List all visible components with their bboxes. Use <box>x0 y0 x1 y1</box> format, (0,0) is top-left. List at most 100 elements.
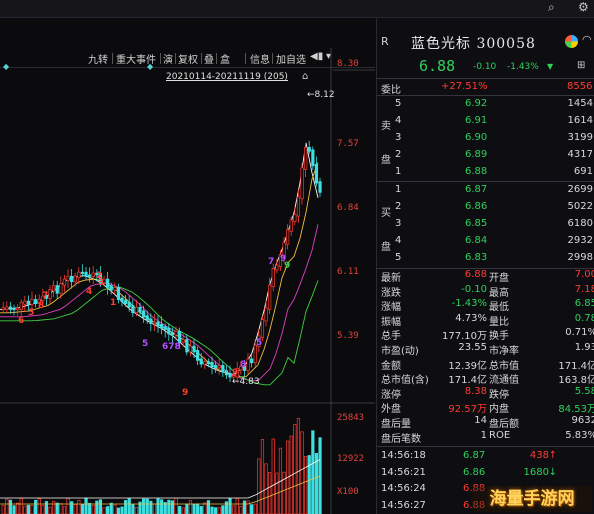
sell-order-row[interactable]: 5 6.92 1454 <box>377 96 594 113</box>
volume-bars-group <box>1 418 322 514</box>
stat-value: 1.93 <box>574 342 594 353</box>
volume-bar <box>120 506 124 514</box>
candle-body <box>109 285 113 291</box>
sell-order-row[interactable]: 4 6.91 1614 <box>377 113 594 130</box>
stat-value: 6.85 <box>574 298 594 310</box>
search-icon[interactable]: ⌕ <box>548 0 555 15</box>
candle-body <box>16 307 20 311</box>
volume-bar <box>59 503 63 514</box>
volume-bar <box>52 501 56 514</box>
volume-bar <box>203 502 207 514</box>
volume-bar <box>152 503 157 514</box>
sell-order-row[interactable]: 2 6.89 4317 <box>377 147 594 164</box>
weibi-row: 委比 +27.51% 8556 <box>377 79 594 96</box>
volume-bar <box>307 455 311 514</box>
stat-label: 最新 <box>381 273 401 284</box>
stat-label: 开盘 <box>489 273 509 284</box>
volume-bar <box>192 503 196 514</box>
order-volume: 2699 <box>567 184 593 195</box>
kline-chart[interactable]: 九转 重大事件 演 复权 叠 盒 信息 加自选 ◀▮ ▾ ◆ ◆ 2021011… <box>0 18 375 514</box>
candle-body <box>80 271 85 275</box>
stat-value: -1.43% <box>451 298 487 310</box>
volume-bar <box>257 458 261 514</box>
candle-body <box>88 274 92 277</box>
quote-panel: R 蓝色光标 300058 ◠ 6.88 -0.10 -1.43% ▼ ⊞ 委比… <box>376 18 594 514</box>
order-level: 4 <box>395 235 402 246</box>
buy-order-row[interactable]: 4 6.84 2932 <box>377 233 594 250</box>
order-level: 5 <box>395 252 402 263</box>
volume-bar <box>293 424 297 514</box>
stat-row: 盘后笔数 1 ROE 5.83% <box>377 430 594 445</box>
order-price: 6.88 <box>465 166 488 177</box>
stat-label: 换手 <box>489 331 509 343</box>
ma-line <box>0 162 319 378</box>
tick-row[interactable]: 14:56:21 6.86 1680 ↓ <box>377 465 594 482</box>
candle-body <box>307 147 311 152</box>
volume-bar <box>311 430 315 514</box>
candle-body <box>188 345 193 353</box>
volume-bar <box>221 505 225 514</box>
buy-order-row[interactable]: 3 6.85 6180 <box>377 216 594 233</box>
candle-body <box>160 323 164 329</box>
candle-body <box>271 268 275 287</box>
volume-bar <box>296 418 301 514</box>
volume-bar <box>199 506 203 514</box>
stat-label: 盘后额 <box>489 419 519 430</box>
order-level: 1 <box>395 166 402 177</box>
stat-value: 6.88 <box>464 269 487 280</box>
volume-bar <box>300 431 304 514</box>
volume-bar <box>196 503 200 514</box>
td-mark: 9 <box>284 261 291 271</box>
candle-body <box>30 299 34 305</box>
td-mark: 8 <box>38 301 45 311</box>
stat-label: 市净率 <box>489 346 519 357</box>
buy-order-row[interactable]: 2 6.86 5022 <box>377 199 594 216</box>
candle-body <box>52 285 56 292</box>
sell-order-row[interactable]: 1 6.88 691 <box>377 164 594 181</box>
settings-icon[interactable]: ⚙ <box>578 0 589 14</box>
td-mark: 9 <box>232 368 239 378</box>
tick-time: 14:56:27 <box>381 499 426 511</box>
volume-bar <box>41 505 45 514</box>
volume-bar <box>232 505 236 514</box>
stat-value: 12.39亿 <box>448 360 487 372</box>
candle-body <box>199 358 203 365</box>
tick-row[interactable]: 14:56:18 6.87 438 ↑ <box>377 448 594 465</box>
volume-bar <box>102 507 106 514</box>
candle-body <box>206 361 211 365</box>
stat-row: 外盘 92.57万 内盘 84.53万 <box>377 400 594 415</box>
stat-row: 涨幅 -1.43% 最低 6.85 <box>377 298 594 313</box>
tick-time: 14:56:24 <box>381 483 426 494</box>
buy-order-row[interactable]: 5 6.83 2998 <box>377 250 594 267</box>
td-mark: 5 <box>28 308 35 318</box>
volume-bar <box>156 498 160 514</box>
candle-body <box>314 163 319 184</box>
stat-row: 金额 12.39亿 总市值 171.4亿 <box>377 357 594 372</box>
order-volume: 1614 <box>567 115 593 126</box>
candle-body <box>26 300 31 305</box>
stat-label: 市盈(动) <box>381 346 419 357</box>
y-tick-label: 6.11 <box>337 267 359 277</box>
candle-body <box>203 361 207 365</box>
weibi-volume: 8556 <box>567 81 593 92</box>
volume-bar <box>178 505 182 514</box>
y-tick-label: 6.84 <box>337 203 359 213</box>
sell-side-label-1: 卖 <box>381 121 391 132</box>
volume-bar <box>1 505 5 514</box>
sell-order-row[interactable]: 3 6.90 3199 <box>377 130 594 147</box>
stat-value: 171.4亿 <box>448 375 487 387</box>
volume-bar <box>113 504 117 514</box>
order-volume: 2998 <box>567 252 593 263</box>
expand-icon[interactable]: ⊞ <box>577 60 585 71</box>
buy-order-row[interactable]: 1 6.87 2699 <box>377 182 594 199</box>
candle-body <box>131 305 135 314</box>
wifi-icon[interactable]: ◠ <box>582 33 592 46</box>
volume-bar <box>84 497 88 514</box>
td-mark: 6 <box>18 316 25 326</box>
candle-body <box>5 306 9 310</box>
candle-body <box>62 278 67 286</box>
volume-bar <box>206 500 211 514</box>
candle-body <box>181 339 185 343</box>
volume-bar <box>239 506 243 514</box>
tick-volume: 1680 <box>523 466 549 478</box>
